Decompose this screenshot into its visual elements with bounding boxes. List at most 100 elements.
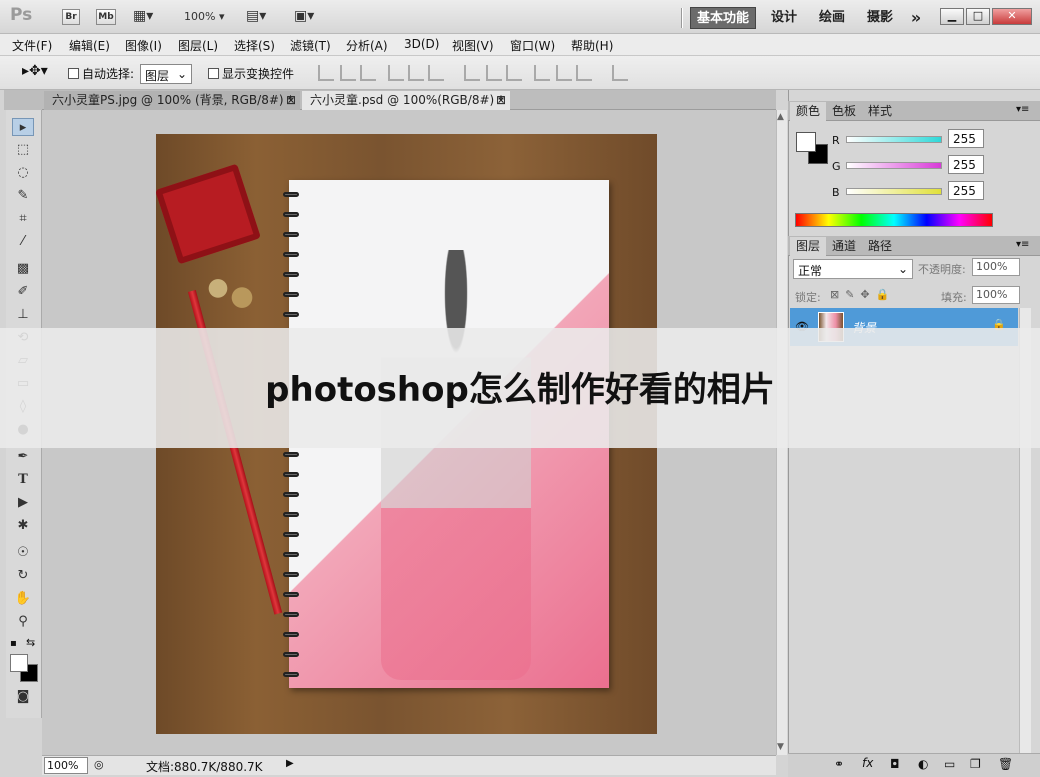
tab-document-2[interactable]: 六小灵童.psd @ 100%(RGB/8#) * ⊠ [302,91,510,110]
swap-colors-icon[interactable]: ⇆ [26,636,35,649]
show-transform-checkbox[interactable] [208,68,219,79]
align-left-icon[interactable] [388,65,404,81]
distribute-hcenter-icon[interactable] [556,65,572,81]
maximize-icon[interactable]: □ [966,8,990,25]
adjustment-layer-icon[interactable]: ◐ [918,757,928,771]
zoom-input[interactable]: 100% [44,757,88,774]
align-top-icon[interactable] [318,65,334,81]
3d-orbit-tool-icon[interactable]: ↻ [12,567,34,585]
channel-g-input[interactable]: 255 [948,155,984,174]
default-colors-icon[interactable]: ▪ [10,638,17,649]
menu-analysis[interactable]: 分析(A) [346,37,388,54]
pen-tool-icon[interactable]: ✒ [12,448,34,466]
workspace-essentials[interactable]: 基本功能 [690,7,756,29]
workspace-photography[interactable]: 摄影 [862,7,898,29]
minibridge-button[interactable]: Mb [96,9,116,25]
menu-3d[interactable]: 3D(D) [404,37,439,51]
new-layer-icon[interactable]: ❐ [970,757,981,771]
distribute-right-icon[interactable] [576,65,592,81]
move-tool-icon[interactable]: ▸ [12,118,34,136]
hand-tool-icon[interactable]: ✋ [12,590,34,608]
tab-swatches[interactable]: 色板 [826,102,862,121]
panel-menu-icon[interactable]: ▾≡ [1016,104,1029,115]
auto-select-target-select[interactable]: 图层 ⌄ [140,64,192,84]
channel-b-input[interactable]: 255 [948,181,984,200]
tab-channels[interactable]: 通道 [826,237,862,256]
menu-select[interactable]: 选择(S) [234,37,275,54]
channel-g-slider[interactable] [846,162,942,169]
quick-select-tool-icon[interactable]: ✎ [12,187,34,205]
tab-color[interactable]: 颜色 [790,102,827,121]
more-workspaces-icon[interactable]: » [904,7,928,29]
workspace-painting[interactable]: 绘画 [814,7,850,29]
new-group-icon[interactable]: ▭ [944,757,955,771]
menu-image[interactable]: 图像(I) [125,37,162,54]
move-tool-preset-icon[interactable]: ▸✥▾ [22,63,48,79]
menu-help[interactable]: 帮助(H) [571,37,613,54]
workspace-design[interactable]: 设计 [766,7,802,29]
menu-file[interactable]: 文件(F) [12,37,52,54]
blend-mode-select[interactable]: 正常 ⌄ [793,259,913,279]
screen-mode-icon[interactable]: ▣▾ [294,8,314,24]
healing-brush-tool-icon[interactable]: ▩ [12,260,34,278]
tab-layers[interactable]: 图层 [790,237,827,256]
status-menu-icon[interactable]: ▶ [286,758,294,769]
distribute-vcenter-icon[interactable] [486,65,502,81]
tab-document-1[interactable]: 六小灵童PS.jpg @ 100% (背景, RGB/8#) * ⊠ [44,91,300,110]
menu-filter[interactable]: 滤镜(T) [290,37,331,54]
type-tool-icon[interactable]: T [12,471,34,489]
tab-paths[interactable]: 路径 [862,237,898,256]
menu-view[interactable]: 视图(V) [452,37,494,54]
link-layers-icon[interactable]: ⚭ [834,757,844,771]
crop-tool-icon[interactable]: ⌗ [12,210,34,228]
lasso-tool-icon[interactable]: ◌ [12,164,34,182]
distribute-bottom-icon[interactable] [506,65,522,81]
clone-stamp-tool-icon[interactable]: ⊥ [12,306,34,324]
marquee-tool-icon[interactable]: ⬚ [12,141,34,159]
channel-r-input[interactable]: 255 [948,129,984,148]
bridge-button[interactable]: Br [62,9,80,25]
auto-select-checkbox[interactable] [68,68,79,79]
align-vcenter-icon[interactable] [340,65,356,81]
align-hcenter-icon[interactable] [408,65,424,81]
lock-icons[interactable]: ⊠✎✥🔒 [830,288,895,301]
brush-tool-icon[interactable]: ✐ [12,283,34,301]
close-tab-icon[interactable]: ⊠ [286,91,296,110]
menu-edit[interactable]: 编辑(E) [69,37,110,54]
layer-style-icon[interactable]: fx [862,756,873,770]
scroll-up-icon[interactable]: ▲ [777,112,784,122]
tab-styles[interactable]: 样式 [862,102,898,121]
channel-b-slider[interactable] [846,188,942,195]
panel-menu-icon[interactable]: ▾≡ [1016,239,1029,250]
align-bottom-icon[interactable] [360,65,376,81]
zoom-tool-icon[interactable]: ⚲ [12,613,34,631]
channel-r-slider[interactable] [846,136,942,143]
minimize-icon[interactable]: ▁ [940,8,964,25]
quick-mask-icon[interactable]: ◙ [12,688,34,706]
menu-layer[interactable]: 图层(L) [178,37,218,54]
arrange-documents-icon[interactable]: ▤▾ [246,8,266,24]
color-spectrum-bar[interactable] [795,213,993,227]
close-tab-icon[interactable]: ⊠ [496,91,506,110]
toolbox-header[interactable] [4,90,42,110]
distribute-top-icon[interactable] [464,65,480,81]
foreground-color-swatch[interactable] [10,654,28,672]
zoom-level-dropdown[interactable]: 100% ▾ [184,10,224,23]
eyedropper-tool-icon[interactable]: ⁄ [12,233,34,251]
view-extras-icon[interactable]: ▦▾ [133,8,153,24]
menu-window[interactable]: 窗口(W) [510,37,555,54]
align-right-icon[interactable] [428,65,444,81]
close-icon[interactable]: ✕ [992,8,1032,25]
add-mask-icon[interactable]: ◘ [890,757,900,771]
shape-tool-icon[interactable]: ✱ [12,517,34,535]
delete-layer-icon[interactable]: 🗑 [998,757,1013,771]
status-info-icon[interactable]: ◎ [94,758,104,771]
fill-input[interactable]: 100% [972,286,1020,304]
foreground-color-swatch[interactable] [796,132,816,152]
opacity-input[interactable]: 100% [972,258,1020,276]
distribute-left-icon[interactable] [534,65,550,81]
scroll-down-icon[interactable]: ▼ [777,742,784,752]
path-select-tool-icon[interactable]: ▶ [12,494,34,512]
3d-rotate-tool-icon[interactable]: ☉ [12,544,34,562]
auto-align-icon[interactable] [612,65,628,81]
